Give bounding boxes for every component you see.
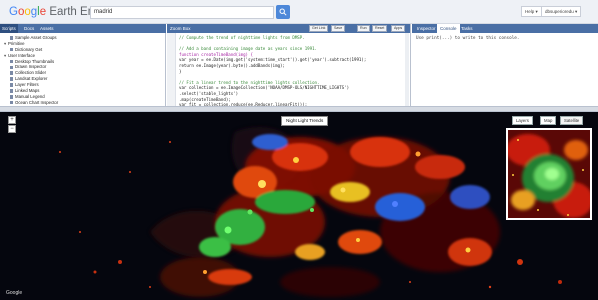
tree-item-label: Manual Legend xyxy=(15,93,45,99)
tree-item-label: Linked Maps xyxy=(15,88,40,94)
map-type-map-button[interactable]: Map xyxy=(540,116,557,125)
tree-item-label: Ocean Chart Inspector xyxy=(15,99,59,105)
tree-item-label: User Interface xyxy=(8,52,35,58)
file-icon xyxy=(10,83,13,87)
zoom-out-button[interactable]: − xyxy=(8,125,16,133)
zoom-in-button[interactable]: + xyxy=(8,116,16,124)
tree-item-label: Layer Filters xyxy=(15,82,39,88)
google-watermark: Google xyxy=(6,290,23,296)
user-label: dbsuperioredu xyxy=(545,9,574,14)
editor-scrollbar[interactable] xyxy=(405,33,409,106)
file-icon xyxy=(10,100,13,105)
file-icon xyxy=(10,36,13,40)
scripts-panel: Scripts Docs Assets Sample Asset Groups ▾… xyxy=(0,24,166,111)
tab-console[interactable]: Console xyxy=(437,24,460,33)
top-bar: Google Earth Engine madrid Help ▾ dbsupe… xyxy=(0,0,598,24)
run-button[interactable]: Run xyxy=(357,25,370,32)
file-icon xyxy=(10,95,13,99)
help-label: Help xyxy=(525,9,535,14)
file-icon xyxy=(10,59,13,64)
search-button[interactable] xyxy=(276,5,290,19)
inset-lights-layer xyxy=(508,130,590,218)
tree-item-label: Collection Slider xyxy=(15,70,47,76)
tree-item-label: Desktop Thumbnails xyxy=(15,58,55,64)
get-link-button[interactable]: Get Link xyxy=(309,25,329,32)
reset-button[interactable]: Reset xyxy=(372,25,388,32)
file-icon xyxy=(10,89,13,93)
zoom-box-inset xyxy=(506,128,592,220)
file-icon xyxy=(10,47,13,52)
tree-item-label: Sample Asset Groups xyxy=(15,35,57,40)
save-button[interactable]: Save xyxy=(331,25,346,32)
layers-button[interactable]: Layers xyxy=(512,116,533,125)
apps-button[interactable]: Apps xyxy=(391,25,406,32)
help-menu[interactable]: Help ▾ xyxy=(521,6,542,17)
code-editor-panel: Zoom Box Get Link Save Run Reset Apps //… xyxy=(167,24,411,124)
line-number-gutter xyxy=(167,33,176,106)
file-icon xyxy=(10,71,13,75)
tab-inspector[interactable]: Inspector xyxy=(414,24,439,33)
user-menu[interactable]: dbsuperioredu ▾ xyxy=(541,6,582,17)
zoom-controls: + − xyxy=(8,116,16,133)
tree-item-label: Landsat Explorer xyxy=(15,76,48,82)
map-type-satellite-button[interactable]: Satellite xyxy=(560,116,584,125)
tree-item-label: Drawn Inspector xyxy=(15,64,47,70)
tree-item-label: Primitive xyxy=(8,40,25,46)
tab-docs[interactable]: Docs xyxy=(22,24,36,33)
map-title-label: Night Light Trends xyxy=(281,116,329,126)
console-panel: Inspector Console Tasks Use print(...) t… xyxy=(412,24,598,106)
search-icon xyxy=(279,8,287,16)
file-icon xyxy=(10,77,13,81)
right-panel-tabs: Inspector Console Tasks xyxy=(412,24,598,33)
file-icon xyxy=(10,65,13,70)
tab-tasks[interactable]: Tasks xyxy=(458,24,476,33)
left-panel-tabs: Scripts Docs Assets xyxy=(0,24,166,33)
tree-item-label: Dictionary Get xyxy=(15,46,43,52)
editor-title: Zoom Box xyxy=(170,26,191,31)
map-view[interactable]: + − Night Light Trends Layers Map Satell… xyxy=(0,112,598,300)
tab-scripts[interactable]: Scripts xyxy=(0,24,18,33)
script-tree: Sample Asset Groups ▾ Primitive Dictionary … xyxy=(4,35,164,112)
tab-assets[interactable]: Assets xyxy=(38,24,56,33)
search-input[interactable]: madrid xyxy=(90,6,274,19)
earth-engine-app: Google Earth Engine madrid Help ▾ dbsupe… xyxy=(0,0,598,300)
logo-letter: e xyxy=(39,6,47,18)
logo-letter: G xyxy=(9,6,18,18)
logo-google-text: Google xyxy=(9,6,49,18)
console-output: Use print(...) to write to this console. xyxy=(416,36,520,41)
